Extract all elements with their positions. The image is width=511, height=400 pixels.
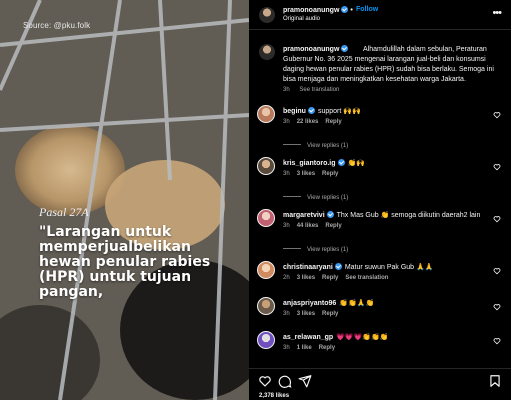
comment-likes[interactable]: 3 likes	[297, 171, 315, 177]
comment-body: Matur suwun Pak Gub 🙏🙏	[344, 264, 434, 271]
like-heart-icon[interactable]	[258, 374, 272, 388]
separator-dot: •	[350, 7, 353, 14]
comment-meta: 3h 3 likes Reply	[283, 171, 345, 177]
comment-like-heart-icon[interactable]	[493, 215, 501, 223]
source-credit: Source: @pku.folk	[23, 21, 91, 30]
comment-meta: 3h 22 likes Reply	[283, 119, 349, 125]
comment-text: margaretvivi Thx Mas Gub 👏 semoga diikuti…	[283, 211, 480, 219]
comment-text: christinaaryani Matur suwun Pak Gub 🙏🙏	[283, 263, 433, 271]
comment-meta: 3h 3 likes Reply	[283, 311, 345, 317]
avatar[interactable]	[257, 105, 275, 123]
verified-badge-icon	[326, 211, 334, 218]
comment-body: Thx Mas Gub 👏 semoga diikutin daerah2 la…	[336, 212, 481, 219]
reply-button[interactable]: Reply	[325, 223, 341, 229]
comment-like-heart-icon[interactable]	[493, 163, 501, 171]
verified-badge-icon	[341, 6, 349, 13]
share-icon[interactable]	[298, 374, 312, 388]
comment-text: anjaspriyanto96 👏👏🙏👏	[283, 299, 374, 307]
avatar[interactable]	[257, 297, 275, 315]
comment-likes[interactable]: 1 like	[297, 345, 312, 351]
comment-time: 3h	[283, 119, 290, 125]
reply-button[interactable]: Reply	[325, 119, 341, 125]
verified-badge-icon	[307, 107, 315, 114]
comment-text: kris_giantoro.ig 👏🙌	[283, 159, 365, 167]
comment-time: 3h	[283, 345, 290, 351]
avatar[interactable]	[257, 157, 275, 175]
comment-likes[interactable]: 3 likes	[297, 311, 315, 317]
caption-text: Alhamdulillah dalam sebulan, Peraturan G…	[283, 46, 494, 83]
comment-body: support 🙌🙌	[317, 108, 361, 115]
article-quote: "Larangan untuk memperjualbelikan hewan …	[39, 224, 211, 300]
view-replies-link[interactable]: View replies (1)	[283, 247, 348, 253]
reply-button[interactable]: Reply	[322, 311, 338, 317]
comment-likes[interactable]: 44 likes	[297, 223, 319, 229]
view-replies-link[interactable]: View replies (1)	[283, 143, 348, 149]
reply-button[interactable]: Reply	[322, 275, 338, 281]
comment-likes[interactable]: 3 likes	[297, 275, 315, 281]
comment-username[interactable]: margaretvivi	[283, 212, 325, 219]
avatar[interactable]	[259, 44, 275, 60]
cage-bars-image	[0, 0, 249, 400]
comment-body: 👏👏🙏👏	[339, 300, 375, 307]
username-text[interactable]: pramonoanungw	[283, 7, 339, 14]
comment-time: 2h	[283, 275, 290, 281]
comment-body: 👏🙌	[347, 160, 365, 167]
caption-meta: 3h See translation	[283, 87, 339, 93]
save-bookmark-icon[interactable]	[488, 374, 502, 388]
comment-like-heart-icon[interactable]	[493, 111, 501, 119]
comment-meta: 2h 3 likes Reply See translation	[283, 275, 395, 281]
post-panel: pramonoanungw • Follow Original audio •••…	[249, 0, 511, 400]
avatar[interactable]	[259, 7, 275, 23]
comment-body: 💗💗💗👏👏👏	[336, 334, 389, 341]
post-media[interactable]: Source: @pku.folk Pasal 27A "Larangan un…	[0, 0, 249, 400]
post-header: pramonoanungw • Follow Original audio •••	[249, 0, 511, 30]
comment-username[interactable]: christinaaryani	[283, 264, 333, 271]
comment-time: 3h	[283, 311, 290, 317]
comment-username[interactable]: anjaspriyanto96	[283, 300, 336, 307]
comment-username[interactable]: beginu	[283, 108, 306, 115]
follow-button[interactable]: Follow	[356, 6, 378, 13]
comment-time: 3h	[283, 171, 290, 177]
comment-username[interactable]: kris_giantoro.ig	[283, 160, 336, 167]
comment-likes[interactable]: 22 likes	[297, 119, 319, 125]
verified-badge-icon	[334, 263, 342, 270]
reply-button[interactable]: Reply	[322, 171, 338, 177]
more-options-icon[interactable]: •••	[492, 7, 502, 19]
article-label: Pasal 27A	[39, 205, 89, 219]
caption-time: 3h	[283, 87, 290, 93]
original-audio-link[interactable]: Original audio	[283, 16, 320, 22]
see-translation-link[interactable]: See translation	[299, 87, 339, 93]
comment-meta: 3h 1 like Reply	[283, 345, 342, 351]
comment-icon[interactable]	[278, 374, 292, 388]
avatar[interactable]	[257, 209, 275, 227]
verified-badge-icon	[337, 159, 345, 166]
avatar[interactable]	[257, 261, 275, 279]
comment-like-heart-icon[interactable]	[493, 303, 501, 311]
comment-text: as_relawan_gp 💗💗💗👏👏👏	[283, 333, 389, 341]
see-translation-link[interactable]: See translation	[345, 275, 388, 281]
header-username[interactable]: pramonoanungw •	[283, 6, 355, 14]
comment-time: 3h	[283, 223, 290, 229]
action-bar	[249, 368, 511, 392]
comment-username[interactable]: as_relawan_gp	[283, 334, 333, 341]
avatar[interactable]	[257, 331, 275, 349]
comment-meta: 3h 44 likes Reply	[283, 223, 349, 229]
comment-like-heart-icon[interactable]	[493, 337, 501, 345]
comment-text: beginu support 🙌🙌	[283, 107, 361, 115]
reply-button[interactable]: Reply	[319, 345, 335, 351]
view-replies-link[interactable]: View replies (1)	[283, 195, 348, 201]
comment-like-heart-icon[interactable]	[493, 267, 501, 275]
like-count[interactable]: 2,378 likes	[259, 393, 289, 399]
